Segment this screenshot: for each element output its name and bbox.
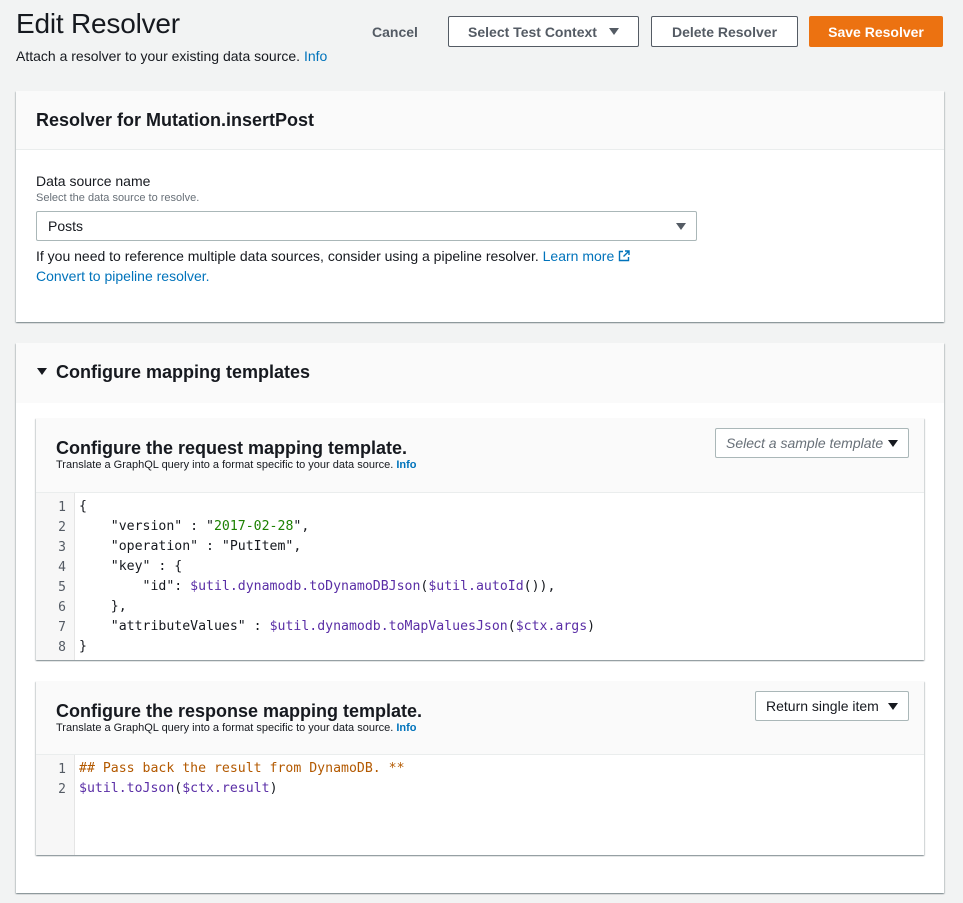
- page-subtitle-text: Attach a resolver to your existing data …: [16, 48, 301, 64]
- select-test-context-label: Select Test Context: [468, 23, 597, 40]
- save-resolver-button[interactable]: Save Resolver: [809, 16, 943, 47]
- request-template-title: Configure the request mapping template.: [56, 438, 408, 458]
- line-number: 2: [58, 782, 66, 797]
- page-subtitle: Attach a resolver to your existing data …: [16, 48, 327, 64]
- code-line: $util.toJson($ctx.result): [79, 781, 278, 796]
- request-template-panel: Configure the request mapping template. …: [36, 418, 924, 660]
- code-line: "operation" : "PutItem",: [79, 539, 302, 554]
- mapping-templates-header[interactable]: Configure mapping templates: [16, 343, 944, 403]
- request-template-header: Configure the request mapping template. …: [36, 418, 924, 492]
- code-line: },: [79, 599, 127, 614]
- info-link[interactable]: Info: [304, 48, 327, 64]
- code-line: "attributeValues" : $util.dynamodb.toMap…: [79, 619, 596, 634]
- line-number: 5: [58, 580, 66, 595]
- response-code-editor[interactable]: 1 ## Pass back the result from DynamoDB. …: [36, 754, 924, 855]
- response-type-select[interactable]: Return single item: [755, 691, 909, 721]
- resolver-panel: Resolver for Mutation.insertPost Data so…: [16, 91, 944, 322]
- line-number: 3: [58, 540, 66, 555]
- request-template-desc: Translate a GraphQL query into a format …: [56, 459, 417, 471]
- pipeline-hint: If you need to reference multiple data s…: [36, 248, 630, 264]
- line-number: 4: [58, 560, 66, 575]
- line-number: 2: [58, 520, 66, 535]
- resolver-panel-header: Resolver for Mutation.insertPost: [16, 91, 944, 150]
- code-line: "id": $util.dynamodb.toDynamoDBJson($uti…: [79, 579, 556, 594]
- response-template-desc-text: Translate a GraphQL query into a format …: [56, 722, 394, 734]
- data-source-select[interactable]: Posts: [36, 211, 697, 241]
- caret-down-icon: [888, 703, 898, 710]
- page-title: Edit Resolver: [16, 8, 180, 39]
- code-line: ## Pass back the result from DynamoDB. *…: [79, 761, 405, 776]
- data-source-select-value: Posts: [48, 218, 84, 234]
- line-number: 8: [58, 640, 66, 655]
- request-template-desc-text: Translate a GraphQL query into a format …: [56, 459, 394, 471]
- learn-more-label: Learn more: [542, 248, 615, 264]
- response-template-title: Configure the response mapping template.: [56, 701, 423, 721]
- sample-template-placeholder: Select a sample template: [726, 435, 884, 451]
- data-source-label: Data source name: [36, 173, 151, 189]
- line-number: 1: [58, 500, 66, 515]
- sample-template-select[interactable]: Select a sample template: [715, 428, 909, 458]
- resolver-panel-title: Resolver for Mutation.insertPost: [36, 110, 315, 130]
- line-number: 6: [58, 600, 66, 615]
- convert-pipeline-link[interactable]: Convert to pipeline resolver.: [36, 268, 210, 284]
- cancel-button[interactable]: Cancel: [366, 16, 424, 47]
- code-line: "key" : {: [79, 559, 183, 574]
- response-template-panel: Configure the response mapping template.…: [36, 681, 924, 855]
- line-number: 7: [58, 620, 66, 635]
- caret-down-icon: [37, 368, 47, 375]
- mapping-templates-panel: Configure mapping templates Configure th…: [16, 343, 944, 893]
- pipeline-hint-text: If you need to reference multiple data s…: [36, 248, 539, 264]
- response-info-link[interactable]: Info: [396, 722, 416, 734]
- line-number: 1: [58, 762, 66, 777]
- caret-down-icon: [608, 28, 619, 35]
- request-info-link[interactable]: Info: [396, 459, 416, 471]
- response-template-desc: Translate a GraphQL query into a format …: [56, 722, 417, 734]
- code-line: "version" : "2017-02-28",: [79, 519, 310, 534]
- select-test-context-button[interactable]: Select Test Context: [448, 16, 639, 47]
- request-code-editor[interactable]: 1 {2 "version" : "2017-02-28", 3 "operatio…: [36, 492, 924, 660]
- response-template-header: Configure the response mapping template.…: [36, 681, 924, 754]
- data-source-description: Select the data source to resolve.: [36, 192, 200, 204]
- caret-down-icon: [676, 223, 686, 230]
- external-link-icon: [619, 250, 630, 262]
- mapping-templates-title: Configure mapping templates: [56, 362, 311, 382]
- learn-more-link[interactable]: Learn more: [543, 248, 631, 264]
- response-type-value: Return single item: [766, 698, 879, 714]
- page-header: Edit Resolver Attach a resolver to your …: [0, 0, 963, 78]
- code-line: {: [79, 499, 87, 514]
- delete-resolver-button[interactable]: Delete Resolver: [651, 16, 798, 47]
- caret-down-icon: [888, 440, 898, 447]
- code-line: }: [79, 639, 87, 654]
